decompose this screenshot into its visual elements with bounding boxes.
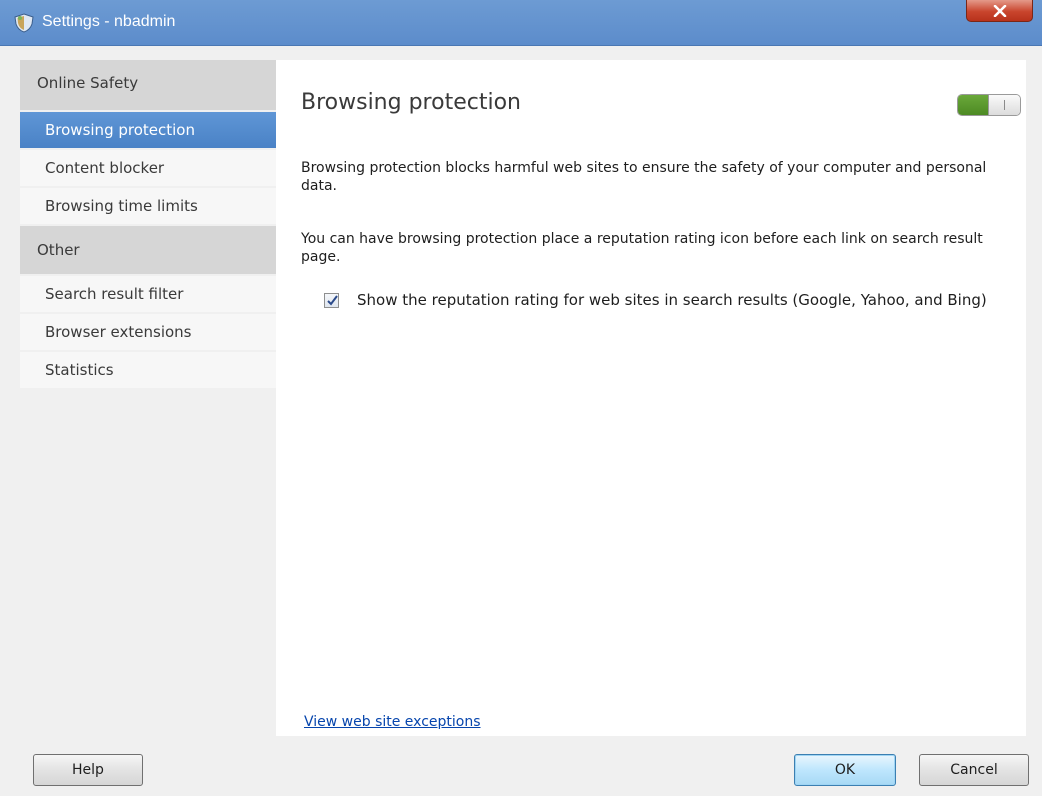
settings-sidebar: Online Safety Browsing protection Conten… [20,60,276,736]
reputation-description-text: You can have browsing protection place a… [301,231,983,265]
sidebar-item-browsing-protection[interactable]: Browsing protection [20,112,276,150]
reputation-rating-checkbox[interactable] [324,293,339,308]
toggle-knob [988,95,1020,115]
sidebar-section-other: Other [20,226,276,276]
close-button[interactable] [966,0,1033,22]
sidebar-item-content-blocker[interactable]: Content blocker [20,150,276,188]
cancel-button[interactable]: Cancel [919,754,1029,786]
reputation-rating-label[interactable]: Show the reputation rating for web sites… [357,290,987,310]
sidebar-item-statistics[interactable]: Statistics [20,352,276,390]
reputation-rating-option: Show the reputation rating for web sites… [324,290,1004,310]
sidebar-item-search-result-filter[interactable]: Search result filter [20,276,276,314]
shield-app-icon [14,13,34,33]
close-icon [993,4,1006,17]
page-title: Browsing protection [301,90,521,115]
title-bar: Settings - nbadmin [0,0,1042,46]
view-exceptions-link[interactable]: View web site exceptions [304,714,481,730]
sidebar-section-online-safety: Online Safety [20,60,276,112]
help-button[interactable]: Help [33,754,143,786]
window-body: Online Safety Browsing protection Conten… [0,47,1042,796]
sidebar-item-browsing-time-limits[interactable]: Browsing time limits [20,188,276,226]
ok-button[interactable]: OK [794,754,896,786]
browsing-protection-toggle[interactable] [957,94,1021,116]
window-title: Settings - nbadmin [42,13,176,30]
toggle-on-indicator [958,95,988,115]
checkmark-icon [327,295,338,306]
sidebar-item-browser-extensions[interactable]: Browser extensions [20,314,276,352]
settings-content-panel: Browsing protection Browsing protection … [276,60,1026,736]
description-text: Browsing protection blocks harmful web s… [301,160,987,194]
